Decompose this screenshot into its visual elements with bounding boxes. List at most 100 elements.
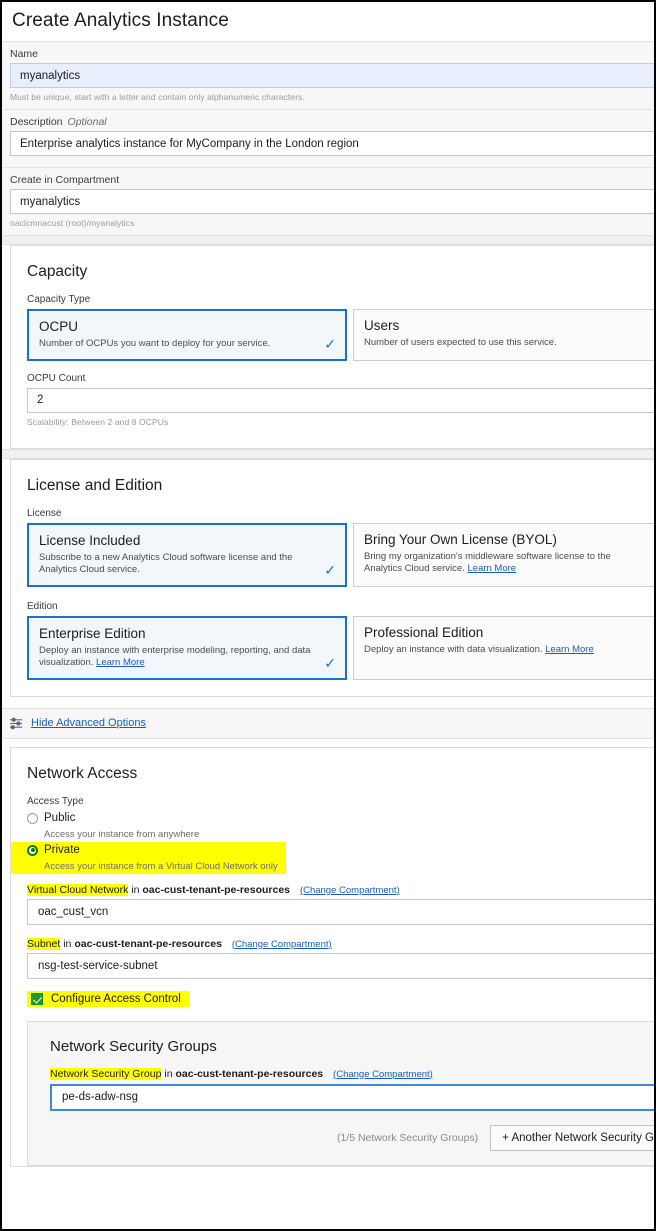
compartment-path-text: oaclcmnacust (root)/myanalytics xyxy=(10,218,135,228)
vcn-label-row: Virtual Cloud Network in oac-cust-tenant… xyxy=(11,883,654,896)
checkbox-checked-icon xyxy=(31,992,43,1005)
sliders-icon xyxy=(9,717,24,730)
capacity-option-ocpu-title: OCPU xyxy=(39,319,79,334)
edition-option-professional[interactable]: Professional Edition Deploy an instance … xyxy=(353,615,654,680)
configure-access-control-label: Configure Access Control xyxy=(51,992,181,1005)
access-option-public-desc: Access your instance from anywhere xyxy=(44,828,200,840)
nsg-label: Network Security Group xyxy=(50,1067,162,1080)
license-label: License xyxy=(27,507,62,519)
access-option-private-desc: Access your instance from a Virtual Clou… xyxy=(44,860,278,872)
subnet-select[interactable]: nsg-test-service-subnet ▲▼ xyxy=(27,952,654,979)
description-input[interactable]: Enterprise analytics instance for MyComp… xyxy=(10,131,654,156)
edition-option-professional-title: Professional Edition xyxy=(364,624,484,640)
name-helper-text: Must be unique, start with a letter and … xyxy=(10,92,305,102)
license-options: License Included Subscribe to a new Anal… xyxy=(11,522,654,587)
vcn-in-word: in xyxy=(131,883,140,896)
capacity-option-users-desc: Number of users expected to use this ser… xyxy=(364,337,557,348)
screenshot-frame: Create Analytics Instance Name myanalyti… xyxy=(0,0,656,1231)
subnet-label: Subnet xyxy=(27,937,61,950)
chevron-updown-icon: ▲▼ xyxy=(653,1090,654,1105)
name-field-group: Name myanalytics Must be unique, start w… xyxy=(2,41,654,109)
access-type-label: Access Type xyxy=(27,795,84,807)
check-icon: ✓ xyxy=(324,335,336,352)
check-icon: ✓ xyxy=(324,561,336,578)
access-option-public-label: Public xyxy=(44,812,76,824)
nsg-count-text: (1/5 Network Security Groups) xyxy=(336,1131,479,1144)
license-panel: License and Edition License License Incl… xyxy=(10,458,654,697)
vcn-label: Virtual Cloud Network xyxy=(27,883,129,896)
description-field-group: Description Optional Enterprise analytics… xyxy=(2,109,654,167)
license-option-byol-title: Bring Your Own License (BYOL) xyxy=(364,531,557,547)
form-scroll-area[interactable]: Create Analytics Instance Name myanalyti… xyxy=(2,2,654,1229)
compartment-label: Create in Compartment xyxy=(10,174,120,186)
nsg-select[interactable]: pe-ds-adw-nsg ▲▼ xyxy=(50,1083,654,1111)
vcn-select[interactable]: oac_cust_vcn ▲▼ xyxy=(27,898,654,925)
edition-option-professional-desc-text: Deploy an instance with data visualizati… xyxy=(364,643,543,655)
capacity-option-ocpu[interactable]: OCPU Number of OCPUs you want to deploy … xyxy=(27,309,347,361)
subnet-compartment: oac-cust-tenant-pe-resources xyxy=(74,937,222,950)
description-label-text: Description xyxy=(10,116,63,128)
access-option-public[interactable]: Public xyxy=(11,810,654,827)
ocpu-count-helper: Scalability: Between 2 and 8 OCPUs xyxy=(27,416,169,427)
license-option-byol-desc: Bring my organization's middleware softw… xyxy=(364,551,654,576)
capacity-type-label: Capacity Type xyxy=(27,294,91,305)
license-title: License and Edition xyxy=(27,476,163,494)
capacity-panel: Capacity Capacity Type OCPU Number of OC… xyxy=(10,245,654,449)
configure-access-control-highlight: Configure Access Control xyxy=(27,990,189,1007)
nsg-compartment: oac-cust-tenant-pe-resources xyxy=(175,1067,324,1080)
edition-option-enterprise-desc: Deploy an instance with enterprise model… xyxy=(39,645,335,670)
edition-option-enterprise[interactable]: Enterprise Edition Deploy an instance wi… xyxy=(27,615,347,680)
vcn-change-compartment-link[interactable]: (Change Compartment) xyxy=(300,885,400,896)
capacity-option-users[interactable]: Users Number of users expected to use th… xyxy=(353,309,654,361)
nsg-in-word: in xyxy=(164,1067,173,1080)
network-access-title: Network Access xyxy=(27,764,138,782)
license-option-included-title: License Included xyxy=(39,532,141,548)
learn-more-link[interactable]: Learn More xyxy=(96,657,145,668)
network-access-panel: Network Access Access Type Public Access… xyxy=(10,746,654,1167)
learn-more-link[interactable]: Learn More xyxy=(468,563,517,574)
check-icon: ✓ xyxy=(324,654,336,671)
radio-icon xyxy=(27,812,38,824)
access-option-private[interactable]: Private xyxy=(11,842,286,859)
edition-options: Enterprise Edition Deploy an instance wi… xyxy=(11,615,654,680)
nsg-label-row: Network Security Group in oac-cust-tenan… xyxy=(28,1067,654,1080)
license-option-byol[interactable]: Bring Your Own License (BYOL) Bring my o… xyxy=(353,522,654,587)
license-option-included-desc: Subscribe to a new Analytics Cloud softw… xyxy=(39,551,293,576)
advanced-options-bar[interactable]: Hide Advanced Options xyxy=(2,707,654,739)
edition-option-enterprise-title: Enterprise Edition xyxy=(39,625,146,641)
page-title: Create Analytics Instance xyxy=(12,10,229,31)
vcn-select-value: oac_cust_vcn xyxy=(38,905,109,918)
edition-label: Edition xyxy=(27,600,58,612)
hide-advanced-options-link[interactable]: Hide Advanced Options xyxy=(31,717,146,729)
section-divider-2 xyxy=(2,448,654,459)
section-divider-1 xyxy=(2,235,654,245)
network-security-groups-panel: Network Security Groups Network Security… xyxy=(27,1020,654,1166)
vcn-compartment: oac-cust-tenant-pe-resources xyxy=(142,883,291,896)
capacity-option-users-title: Users xyxy=(364,318,400,333)
capacity-option-ocpu-desc: Number of OCPUs you want to deploy for y… xyxy=(39,338,271,349)
add-another-nsg-button[interactable]: + Another Network Security Group xyxy=(490,1124,654,1151)
radio-icon xyxy=(27,844,38,856)
compartment-field-group: Create in Compartment myanalytics oaclcm… xyxy=(2,167,654,235)
capacity-title: Capacity xyxy=(27,263,88,280)
section-divider-3 xyxy=(2,696,654,708)
nsg-footer: (1/5 Network Security Groups) + Another … xyxy=(28,1111,654,1151)
learn-more-link[interactable]: Learn More xyxy=(545,644,594,655)
ocpu-count-label: OCPU Count xyxy=(27,372,86,384)
nsg-select-value: pe-ds-adw-nsg xyxy=(62,1091,139,1103)
configure-access-control-checkbox[interactable]: Configure Access Control xyxy=(27,991,189,1007)
edition-option-enterprise-desc-text: Deploy an instance with enterprise model… xyxy=(39,644,311,669)
name-input[interactable]: myanalytics xyxy=(10,63,654,88)
description-optional-tag: Optional xyxy=(67,116,107,128)
license-option-included[interactable]: License Included Subscribe to a new Anal… xyxy=(27,522,347,587)
subnet-change-compartment-link[interactable]: (Change Compartment) xyxy=(232,939,332,950)
ocpu-count-input[interactable]: 2 xyxy=(27,387,654,413)
subnet-label-row: Subnet in oac-cust-tenant-pe-resources (… xyxy=(11,937,654,950)
name-label: Name xyxy=(10,48,39,60)
compartment-input[interactable]: myanalytics xyxy=(10,189,654,214)
subnet-select-value: nsg-test-service-subnet xyxy=(38,959,158,972)
description-label: Description Optional xyxy=(2,116,654,131)
nsg-title: Network Security Groups xyxy=(50,1037,217,1055)
nsg-change-compartment-link[interactable]: (Change Compartment) xyxy=(333,1069,433,1080)
capacity-type-options: OCPU Number of OCPUs you want to deploy … xyxy=(11,309,654,361)
